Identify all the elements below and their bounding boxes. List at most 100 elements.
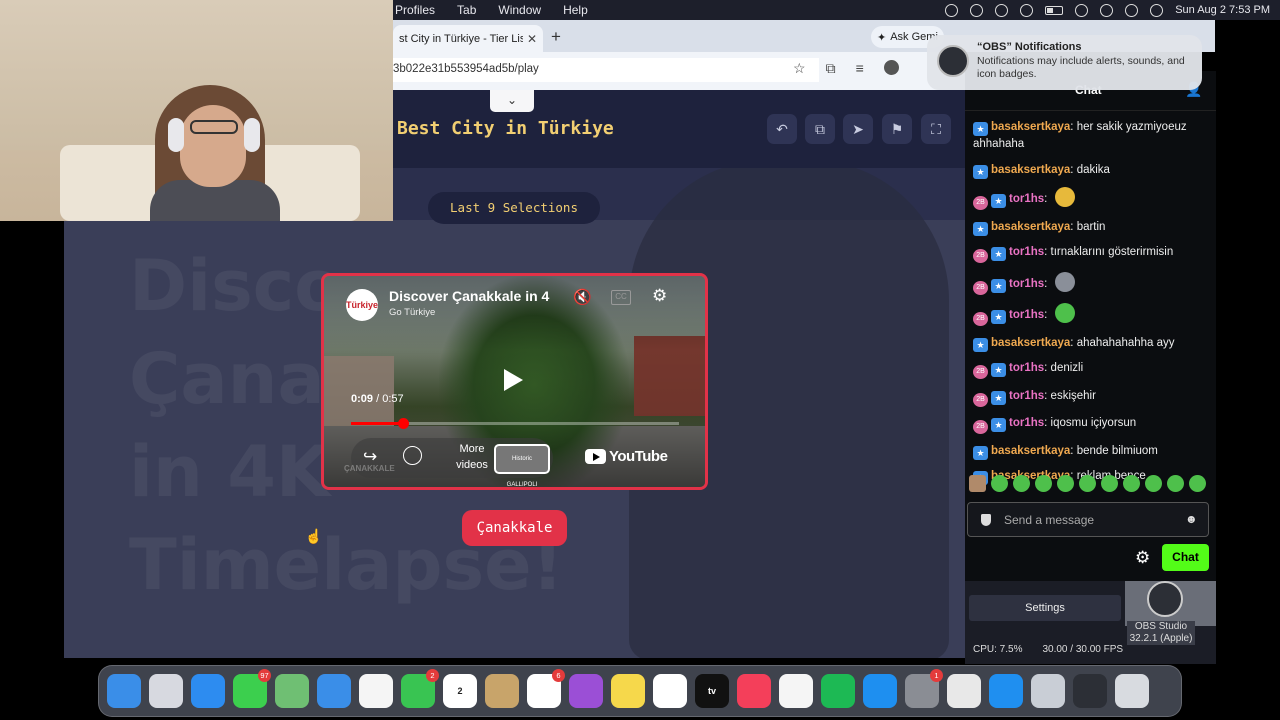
verified-badge-icon[interactable]: ★ (973, 221, 988, 236)
dock-reminders-icon[interactable]: 6 (527, 669, 565, 708)
dock-music-icon[interactable] (737, 674, 771, 708)
reading-list-icon[interactable]: ≡ (856, 60, 864, 77)
verified-badge-icon[interactable]: ★ (973, 122, 988, 136)
dock-trash-icon[interactable] (1115, 674, 1149, 708)
chat-username[interactable]: basaksertkaya (991, 337, 1070, 349)
verified-badge-icon[interactable]: ★ (991, 363, 1006, 377)
emote-icon[interactable] (969, 475, 986, 492)
mute-icon[interactable]: 🔇 (573, 288, 592, 306)
menu-profiles[interactable]: Profiles (393, 3, 446, 17)
dock-preview-icon[interactable] (1031, 674, 1065, 708)
extensions-icon[interactable]: ⧉ (826, 60, 836, 77)
captions-icon[interactable]: CC (611, 290, 631, 305)
collapse-chevron-icon[interactable]: ⌄ (490, 90, 534, 112)
wifi-icon[interactable] (1075, 3, 1089, 17)
sub-badge-icon[interactable]: 2B (973, 280, 988, 295)
emote-icon[interactable] (991, 475, 1008, 492)
dock-finder-icon[interactable] (107, 674, 141, 708)
video-progress-bar[interactable] (351, 418, 679, 429)
dock-system-settings-icon[interactable]: 1 (905, 669, 943, 708)
chat-username[interactable]: basaksertkaya (991, 445, 1070, 457)
emote-icon[interactable] (1054, 187, 1075, 207)
chat-username[interactable]: tor1hs (1009, 193, 1044, 205)
fullscreen-icon[interactable]: ⛶ (921, 114, 951, 144)
menu-help[interactable]: Help (552, 3, 599, 17)
headphones-icon[interactable] (995, 3, 1009, 17)
verified-badge-icon[interactable]: ★ (991, 310, 1006, 324)
close-tab-icon[interactable]: ✕ (527, 32, 537, 46)
youtube-logo[interactable]: YouTube (585, 448, 668, 465)
obs-settings-button[interactable]: Settings (969, 595, 1121, 621)
verified-badge-icon[interactable]: ★ (991, 278, 1006, 293)
dock-spotify-icon[interactable] (821, 674, 855, 708)
emote-icon[interactable] (1123, 475, 1140, 492)
siri-icon[interactable] (1150, 3, 1164, 17)
dock-safari-icon[interactable] (191, 674, 225, 708)
grammarly-icon[interactable] (970, 3, 984, 17)
dock-obs-icon[interactable] (1073, 674, 1107, 708)
chat-username[interactable]: basaksertkaya (991, 121, 1070, 133)
emoji-icon[interactable]: ☻ (1185, 512, 1198, 526)
dock-app-store-icon[interactable] (863, 674, 897, 708)
verified-badge-icon[interactable]: ★ (991, 194, 1006, 208)
menu-tab[interactable]: Tab (446, 3, 487, 17)
chat-username[interactable]: tor1hs (1009, 246, 1044, 258)
send-chat-button[interactable]: Chat (1162, 544, 1209, 571)
browser-tab[interactable]: st City in Türkiye - Tier List ✕ (393, 25, 543, 52)
chat-username[interactable]: tor1hs (1009, 309, 1044, 321)
dock-podcasts-icon[interactable] (569, 674, 603, 708)
sub-badge-icon[interactable]: 2B (973, 196, 988, 210)
dock-freeform-icon[interactable] (653, 674, 687, 708)
emote-icon[interactable] (1145, 475, 1162, 492)
verified-badge-icon[interactable]: ★ (991, 247, 1006, 261)
dock-news-icon[interactable] (779, 674, 813, 708)
sub-badge-icon[interactable]: 2B (973, 392, 988, 407)
sub-badge-icon[interactable]: 2B (973, 365, 988, 379)
dock-photos-icon[interactable] (359, 674, 393, 708)
search-icon[interactable] (1100, 3, 1114, 17)
chat-username[interactable]: tor1hs (1009, 390, 1044, 402)
emote-icon[interactable] (1101, 475, 1118, 492)
dock-prime-video-icon[interactable] (989, 674, 1023, 708)
emote-icon[interactable] (1189, 475, 1206, 492)
play-icon[interactable] (498, 366, 526, 394)
obs-app-icon[interactable] (1125, 581, 1216, 626)
verified-badge-icon[interactable]: ★ (973, 164, 988, 179)
sub-badge-icon[interactable]: 2B (973, 420, 988, 434)
flag-icon[interactable]: ⚑ (882, 114, 912, 144)
emote-icon[interactable] (1013, 475, 1030, 492)
notification-banner[interactable]: “OBS” Notifications Notifications may in… (927, 35, 1202, 90)
chat-input[interactable]: Send a message ☻ (967, 502, 1209, 537)
channel-logo[interactable]: Türkiye (346, 289, 378, 321)
bookmark-star-icon[interactable]: ☆ (793, 60, 806, 77)
settings-gear-icon[interactable]: ⚙ (652, 286, 667, 306)
sub-badge-icon[interactable]: 2B (973, 249, 988, 263)
watch-later-icon[interactable] (403, 446, 422, 465)
control-center-icon[interactable] (1125, 3, 1139, 17)
clock[interactable]: Sun Aug 2 7:53 PM (1175, 4, 1270, 16)
dock-messages-icon[interactable]: 97 (233, 669, 271, 708)
city-select-button[interactable]: Çanakkale (462, 510, 567, 546)
verified-badge-icon[interactable]: ★ (973, 445, 988, 460)
dock-notes-icon[interactable] (611, 674, 645, 708)
emote-icon[interactable] (1057, 475, 1074, 492)
send-icon[interactable]: ➤ (843, 114, 873, 144)
dock-chrome-icon[interactable] (947, 674, 981, 708)
emote-icon[interactable] (1167, 475, 1184, 492)
menu-window[interactable]: Window (487, 3, 552, 17)
chat-username[interactable]: tor1hs (1009, 362, 1044, 374)
emote-icon[interactable] (1035, 475, 1052, 492)
creative-cloud-icon[interactable] (945, 3, 959, 17)
dock-calendar-icon[interactable]: 2 (443, 674, 477, 708)
undo-icon[interactable]: ↶ (767, 114, 797, 144)
emote-icon[interactable] (1079, 475, 1096, 492)
chat-username[interactable]: tor1hs (1009, 417, 1044, 429)
profile-avatar[interactable] (883, 60, 899, 75)
play-icon[interactable] (1020, 3, 1034, 17)
swap-icon[interactable]: ⧉ (805, 114, 835, 144)
chat-settings-icon[interactable]: ⚙ (1135, 548, 1150, 568)
verified-badge-icon[interactable]: ★ (991, 390, 1006, 405)
dock-maps-icon[interactable] (275, 674, 309, 708)
dock-contacts-icon[interactable] (485, 674, 519, 708)
video-channel[interactable]: Go Türkiye (389, 307, 435, 318)
